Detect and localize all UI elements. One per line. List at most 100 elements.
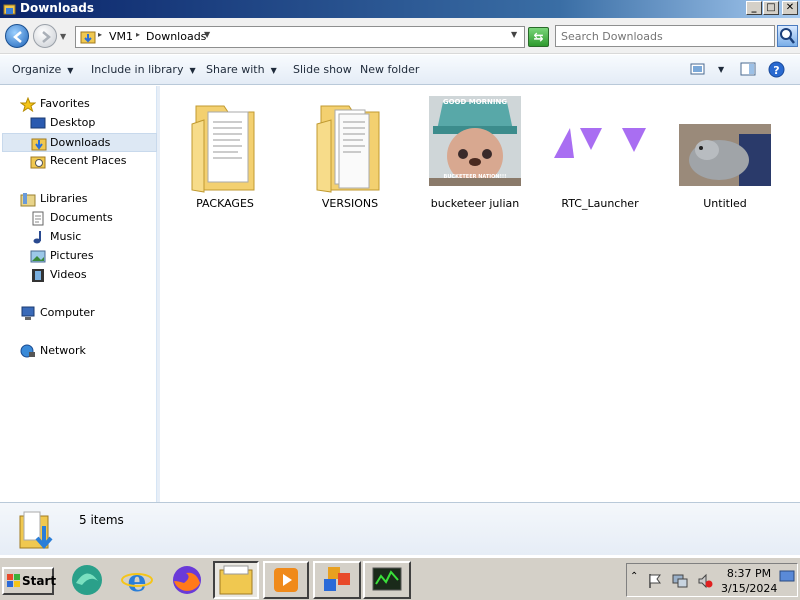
downloads-folder-icon <box>18 508 58 552</box>
computer-icon <box>20 306 36 321</box>
taskbar-app-internet-explorer[interactable]: e <box>114 561 160 599</box>
command-bar: Organize ▼ Include in library ▼ Share with… <box>0 55 800 85</box>
show-desktop-icon[interactable] <box>779 568 795 584</box>
nav-favorites[interactable]: Favorites <box>19 95 150 114</box>
nav-computer[interactable]: Computer <box>20 304 150 323</box>
nav-libraries[interactable]: Libraries <box>20 190 150 209</box>
recent-places-icon <box>30 154 46 169</box>
start-button[interactable]: Start <box>2 567 56 595</box>
media-player-icon <box>274 568 298 592</box>
chevron-down-icon: ▼ <box>67 66 74 75</box>
file-item-packages[interactable]: PACKAGES <box>170 94 280 214</box>
taskbar-app-task-manager[interactable] <box>363 561 411 599</box>
system-tray: ⌃ 8:37 PM 3/15/2024 <box>626 563 798 597</box>
breadcrumb-separator-icon[interactable]: ▸ <box>136 30 140 39</box>
system-monitor-icon <box>372 567 402 591</box>
star-icon <box>19 96 37 113</box>
show-hidden-icons-icon[interactable]: ⌃ <box>630 571 646 587</box>
svg-text:GOOD MORNING: GOOD MORNING <box>443 98 508 106</box>
share-with-button[interactable]: Share with ▼ <box>206 63 277 76</box>
file-name: bucketeer julian <box>430 197 520 210</box>
item-count: 5 items <box>79 513 124 527</box>
folder-documents-icon <box>315 98 385 197</box>
new-folder-button[interactable]: New folder <box>360 63 419 76</box>
desktop-icon <box>30 116 46 131</box>
taskbar-app-explorer[interactable] <box>213 561 259 599</box>
file-item-untitled[interactable]: Untitled <box>670 94 780 214</box>
svg-text:?: ? <box>773 64 779 77</box>
search-input[interactable] <box>561 27 761 45</box>
address-dropdown-icon[interactable]: ▼ <box>511 30 517 39</box>
windows-logo-icon <box>7 574 21 588</box>
music-note-icon <box>30 230 46 245</box>
nav-downloads[interactable]: Downloads <box>2 133 157 152</box>
chevron-down-icon: ▼ <box>270 66 277 75</box>
nav-videos[interactable]: Videos <box>30 266 150 285</box>
downloads-folder-icon <box>80 30 96 44</box>
taskbar-app-edge[interactable] <box>64 561 110 599</box>
refresh-button[interactable]: ⇆ <box>528 27 549 47</box>
file-name: Untitled <box>703 197 747 210</box>
file-list: PACKAGES VERSIONS GOOD MORNING BUCKETEER… <box>160 86 800 502</box>
maximize-button[interactable]: □ <box>763 1 779 15</box>
nav-desktop[interactable]: Desktop <box>30 114 150 133</box>
libraries-icon <box>20 192 36 207</box>
volume-muted-icon[interactable] <box>697 573 713 589</box>
nav-documents[interactable]: Documents <box>30 209 150 228</box>
network-icon <box>20 344 36 359</box>
back-button[interactable] <box>5 24 29 48</box>
image-thumbnail <box>679 124 771 189</box>
address-bar[interactable]: ▸ VM1 ▸ Downloads ▼ ▼ <box>75 26 525 48</box>
svg-text:BUCKETEER NATION!!!: BUCKETEER NATION!!! <box>444 174 507 180</box>
taskbar-app-windows-tiles[interactable] <box>313 561 361 599</box>
help-icon[interactable]: ? <box>768 61 785 78</box>
downloads-folder-icon <box>31 136 47 151</box>
file-explorer-icon <box>219 565 253 595</box>
file-item-rtc-launcher[interactable]: RTC_Launcher <box>545 94 655 214</box>
details-pane: 5 items <box>0 502 800 555</box>
taskbar-app-firefox[interactable] <box>164 561 210 599</box>
breadcrumb-downloads[interactable]: Downloads <box>146 30 206 43</box>
minimize-button[interactable]: _ <box>746 1 762 15</box>
clock[interactable]: 8:37 PM 3/15/2024 <box>721 566 777 596</box>
include-in-library-button[interactable]: Include in library ▼ <box>91 63 196 76</box>
breadcrumb-separator-icon[interactable]: ▼ <box>204 30 210 39</box>
slide-show-button[interactable]: Slide show <box>293 63 352 76</box>
file-name: RTC_Launcher <box>561 197 639 210</box>
nav-music[interactable]: Music <box>30 228 150 247</box>
image-thumbnail: GOOD MORNING BUCKETEER NATION!!! <box>429 96 521 189</box>
recent-pages-dropdown-icon[interactable]: ▼ <box>60 32 66 41</box>
nav-recent-places[interactable]: Recent Places <box>30 152 150 171</box>
edge-browser-icon <box>72 565 102 595</box>
close-button[interactable]: ✕ <box>782 1 798 15</box>
chevron-down-icon: ▼ <box>189 66 196 75</box>
nav-network[interactable]: Network <box>20 342 150 361</box>
action-center-flag-icon[interactable] <box>647 573 663 589</box>
pictures-icon <box>30 249 46 264</box>
search-button[interactable] <box>777 25 798 47</box>
breadcrumb-separator-icon[interactable]: ▸ <box>98 30 102 39</box>
film-strip-icon <box>30 268 46 283</box>
title-bar[interactable]: Downloads _ □ ✕ <box>0 0 800 18</box>
file-item-bucketeer-julian[interactable]: GOOD MORNING BUCKETEER NATION!!! buckete… <box>420 94 530 214</box>
svg-text:e: e <box>127 564 146 597</box>
breadcrumb-vm1[interactable]: VM1 <box>109 30 133 43</box>
navigation-pane: Favorites Desktop Downloads Recent Place… <box>0 86 157 502</box>
search-icon <box>780 28 795 44</box>
nav-pictures[interactable]: Pictures <box>30 247 150 266</box>
forward-button[interactable] <box>33 24 57 48</box>
purple-triangles-icon <box>552 128 648 161</box>
preview-pane-icon[interactable] <box>740 62 756 76</box>
folder-documents-icon <box>190 98 260 197</box>
change-view-icon[interactable] <box>690 62 706 76</box>
file-name: VERSIONS <box>321 197 379 210</box>
documents-icon <box>30 211 46 226</box>
file-item-versions[interactable]: VERSIONS <box>295 94 405 214</box>
organize-button[interactable]: Organize ▼ <box>12 63 73 76</box>
internet-explorer-icon: e <box>121 564 153 597</box>
search-box[interactable] <box>555 25 775 47</box>
network-status-icon[interactable] <box>672 573 688 589</box>
taskbar-app-media-player[interactable] <box>263 561 309 599</box>
colored-tiles-icon <box>324 567 350 591</box>
view-options-dropdown-icon[interactable]: ▼ <box>718 65 724 74</box>
